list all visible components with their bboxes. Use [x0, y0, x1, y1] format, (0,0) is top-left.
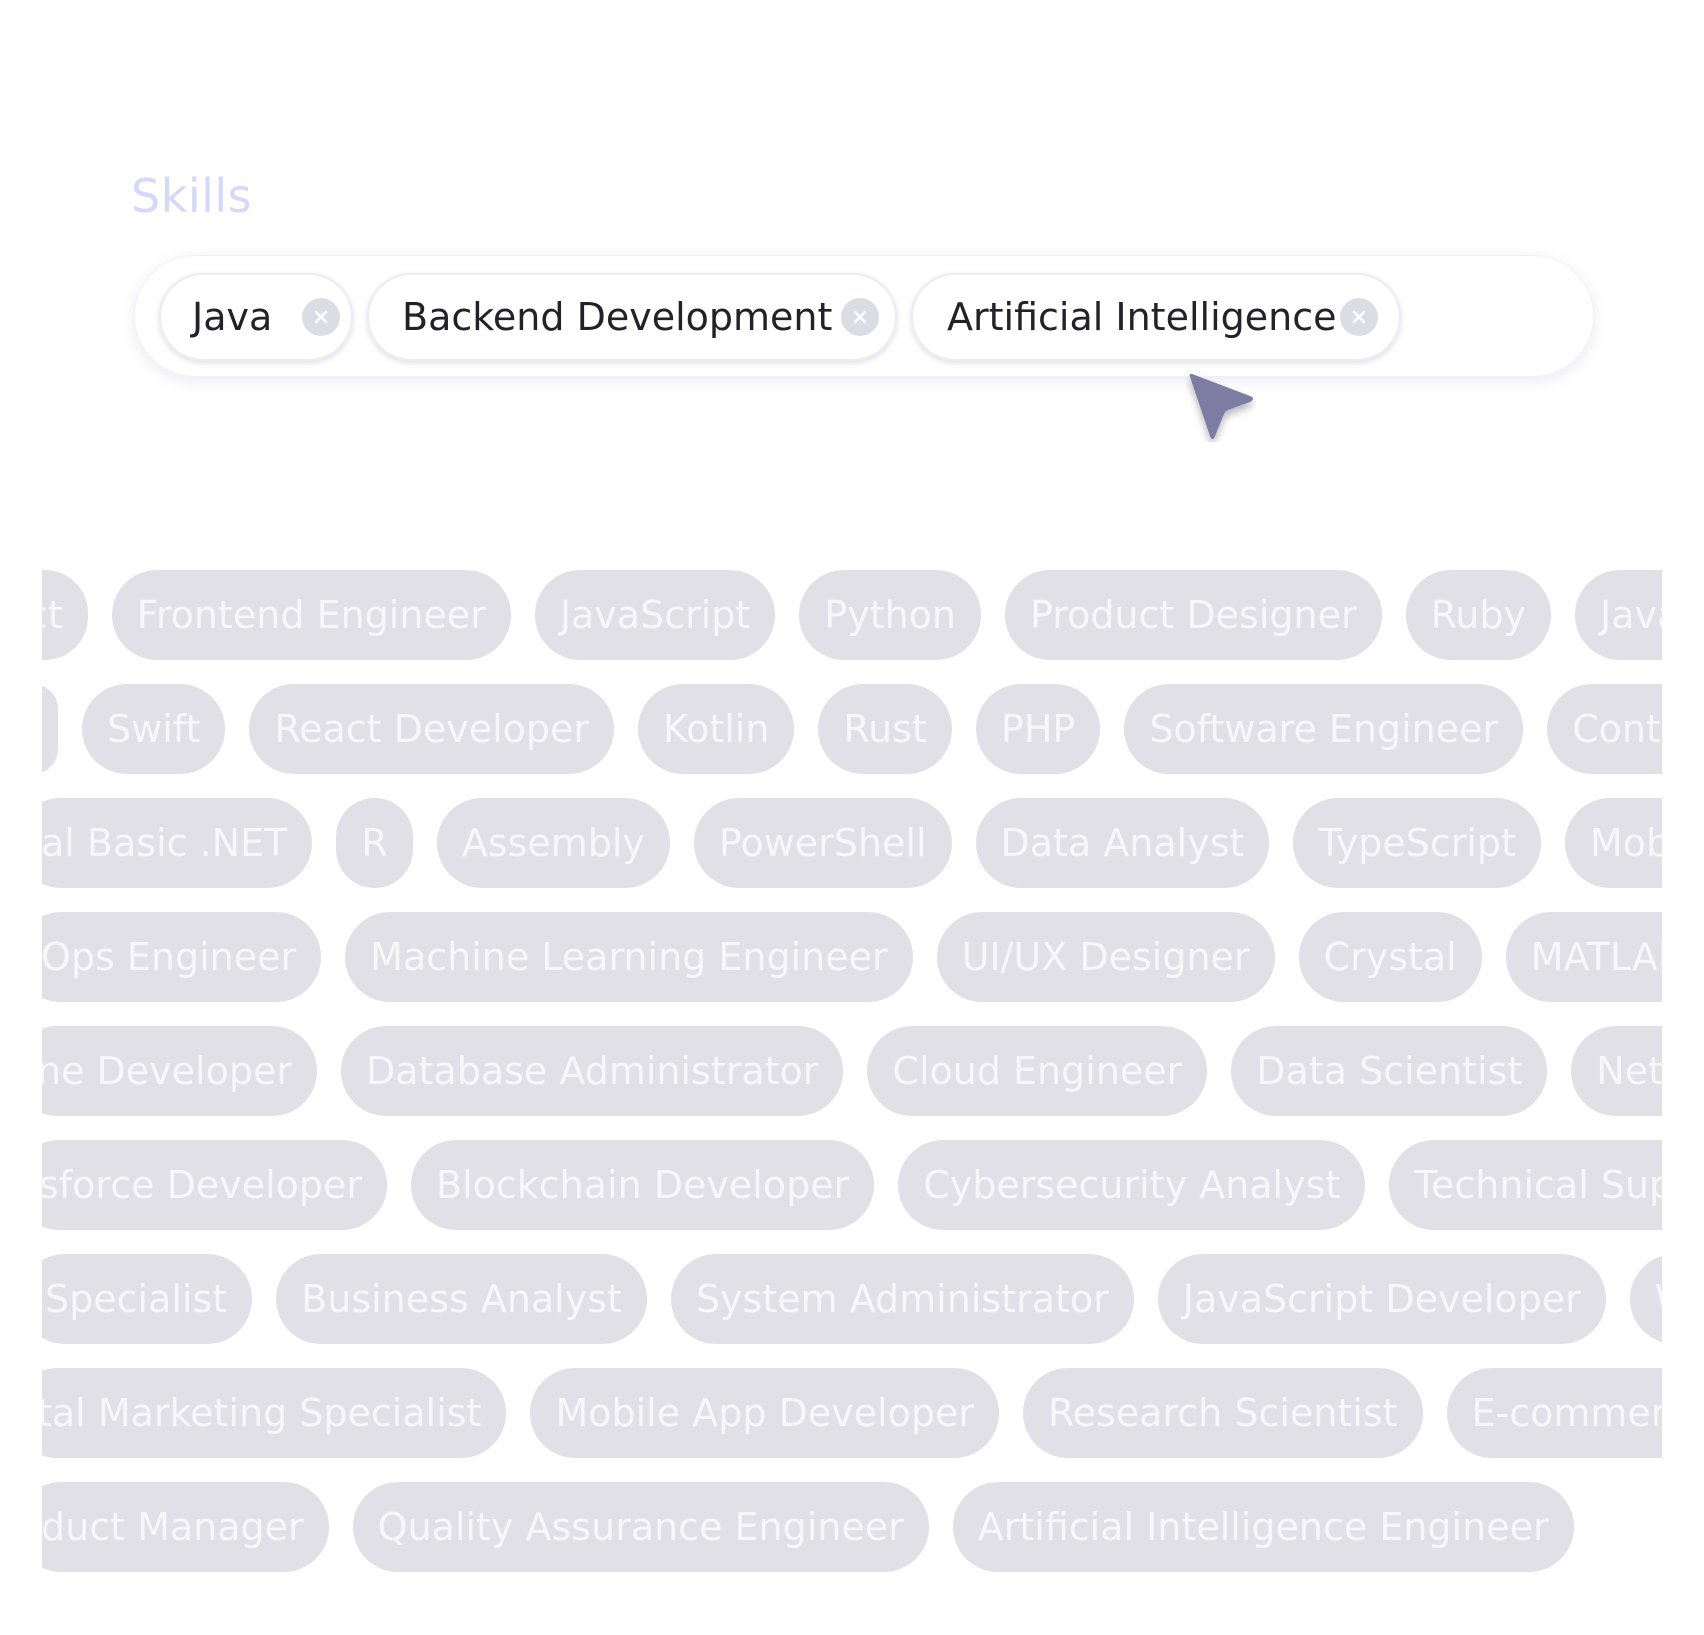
- skill-chip-label: Artificial Intelligence: [947, 295, 1337, 339]
- suggestion-tag[interactable]: TypeScript: [1293, 798, 1541, 888]
- suggestion-tag[interactable]: Research Scientist: [1022, 1368, 1423, 1458]
- suggestion-tag[interactable]: PowerShell: [693, 798, 952, 888]
- suggestion-tag[interactable]: Data Analyst: [975, 798, 1270, 888]
- suggestion-tag[interactable]: Data Scientist: [1231, 1026, 1548, 1116]
- suggestion-tag[interactable]: Specialist: [42, 1254, 253, 1344]
- suggestion-row: Specialist Business Analyst System Adminis…: [42, 1254, 1662, 1344]
- skills-input-field[interactable]: Java Backend Development Artificial Inte…: [134, 255, 1594, 377]
- suggestion-tag[interactable]: JavaScript: [534, 570, 776, 660]
- suggestion-tag[interactable]: React Developer: [249, 684, 615, 774]
- suggestion-tag[interactable]: Quality Assurance Engineer: [352, 1482, 929, 1572]
- suggestion-row: ne Developer Database Administrator Cloud …: [42, 1026, 1662, 1116]
- suggestion-tag[interactable]: Ruby: [1405, 570, 1551, 660]
- suggestion-tag[interactable]: Blockchain Developer: [411, 1140, 875, 1230]
- suggestion-tag[interactable]: Crystal: [1298, 912, 1482, 1002]
- suggestion-tag[interactable]: Machine Learning Engineer: [345, 912, 913, 1002]
- suggestion-tag[interactable]: Mobile: [1564, 798, 1662, 888]
- suggestion-tag[interactable]: [42, 684, 58, 774]
- suggestion-tag[interactable]: sforce Developer: [42, 1140, 387, 1230]
- suggestion-tag[interactable]: tal Marketing Specialist: [42, 1368, 507, 1458]
- suggestion-tag[interactable]: Mobile App Developer: [530, 1368, 999, 1458]
- skills-page: Skills Java Backend Development Artifici…: [0, 0, 1704, 1635]
- suggestion-tag[interactable]: Swift: [82, 684, 226, 774]
- suggestion-tag[interactable]: Product Designer: [1005, 570, 1382, 660]
- suggestion-tag[interactable]: Technical Suppor: [1389, 1140, 1662, 1230]
- close-icon[interactable]: [1340, 298, 1378, 336]
- suggestion-row: Ops Engineer Machine Learning Engineer UI/…: [42, 912, 1662, 1002]
- suggestion-tag[interactable]: Database Administrator: [340, 1026, 844, 1116]
- suggestion-tag[interactable]: Kotlin: [638, 684, 795, 774]
- suggestion-tag[interactable]: Artificial Intelligence Engineer: [952, 1482, 1574, 1572]
- suggestion-row: Swift React Developer Kotlin Rust PHP Softwar…: [42, 684, 1662, 774]
- suggestion-tag[interactable]: Assembly: [436, 798, 670, 888]
- suggestion-row: sforce Developer Blockchain Developer Cybe…: [42, 1140, 1662, 1230]
- suggestion-tag[interactable]: R: [336, 798, 413, 888]
- skill-chip-label: Java: [192, 295, 273, 339]
- suggestion-row: ct Frontend Engineer JavaScript Python Produ…: [42, 570, 1662, 660]
- suggestion-tag[interactable]: al Basic .NET: [42, 798, 313, 888]
- suggestion-tag[interactable]: PHP: [975, 684, 1101, 774]
- suggestion-tag[interactable]: System Administrator: [670, 1254, 1134, 1344]
- suggestion-tag[interactable]: Software Engineer: [1124, 684, 1524, 774]
- skills-label: Skills: [131, 169, 253, 223]
- skill-suggestions-cloud: ct Frontend Engineer JavaScript Python Produ…: [42, 570, 1662, 1590]
- suggestion-tag[interactable]: Business Analyst: [276, 1254, 647, 1344]
- suggestion-tag[interactable]: Cloud Engineer: [867, 1026, 1208, 1116]
- skill-chip-artificial-intelligence: Artificial Intelligence: [911, 273, 1401, 361]
- suggestion-tag[interactable]: Cybersecurity Analyst: [898, 1140, 1366, 1230]
- suggestion-tag[interactable]: ct: [42, 570, 88, 660]
- close-icon[interactable]: [841, 298, 879, 336]
- suggestion-row: tal Marketing Specialist Mobile App Devel…: [42, 1368, 1662, 1458]
- suggestion-tag[interactable]: Conten: [1547, 684, 1662, 774]
- mouse-cursor-icon: [1189, 373, 1253, 439]
- suggestion-row: duct Manager Quality Assurance Engineer Ar…: [42, 1482, 1598, 1572]
- suggestion-tag[interactable]: MATLAB: [1505, 912, 1662, 1002]
- suggestion-tag[interactable]: JavaScript Developer: [1157, 1254, 1606, 1344]
- suggestion-tag[interactable]: Networ: [1571, 1026, 1662, 1116]
- close-icon[interactable]: [302, 298, 340, 336]
- suggestion-tag[interactable]: UI/UX Designer: [936, 912, 1275, 1002]
- suggestion-tag[interactable]: Ops Engineer: [42, 912, 322, 1002]
- suggestion-tag[interactable]: ne Developer: [42, 1026, 317, 1116]
- skill-chip-backend-development: Backend Development: [367, 273, 897, 361]
- suggestion-tag[interactable]: duct Manager: [42, 1482, 329, 1572]
- skill-chip-java: Java: [159, 273, 353, 361]
- suggestion-tag[interactable]: Rust: [818, 684, 952, 774]
- suggestion-tag[interactable]: Java: [1574, 570, 1662, 660]
- suggestion-tag[interactable]: Web: [1629, 1254, 1662, 1344]
- suggestion-tag[interactable]: Frontend Engineer: [111, 570, 511, 660]
- suggestion-tag[interactable]: E-commerce S: [1446, 1368, 1662, 1458]
- suggestion-tag[interactable]: Python: [799, 570, 982, 660]
- skill-chip-label: Backend Development: [402, 295, 833, 339]
- suggestion-row: al Basic .NET R Assembly PowerShell Data Ana…: [42, 798, 1662, 888]
